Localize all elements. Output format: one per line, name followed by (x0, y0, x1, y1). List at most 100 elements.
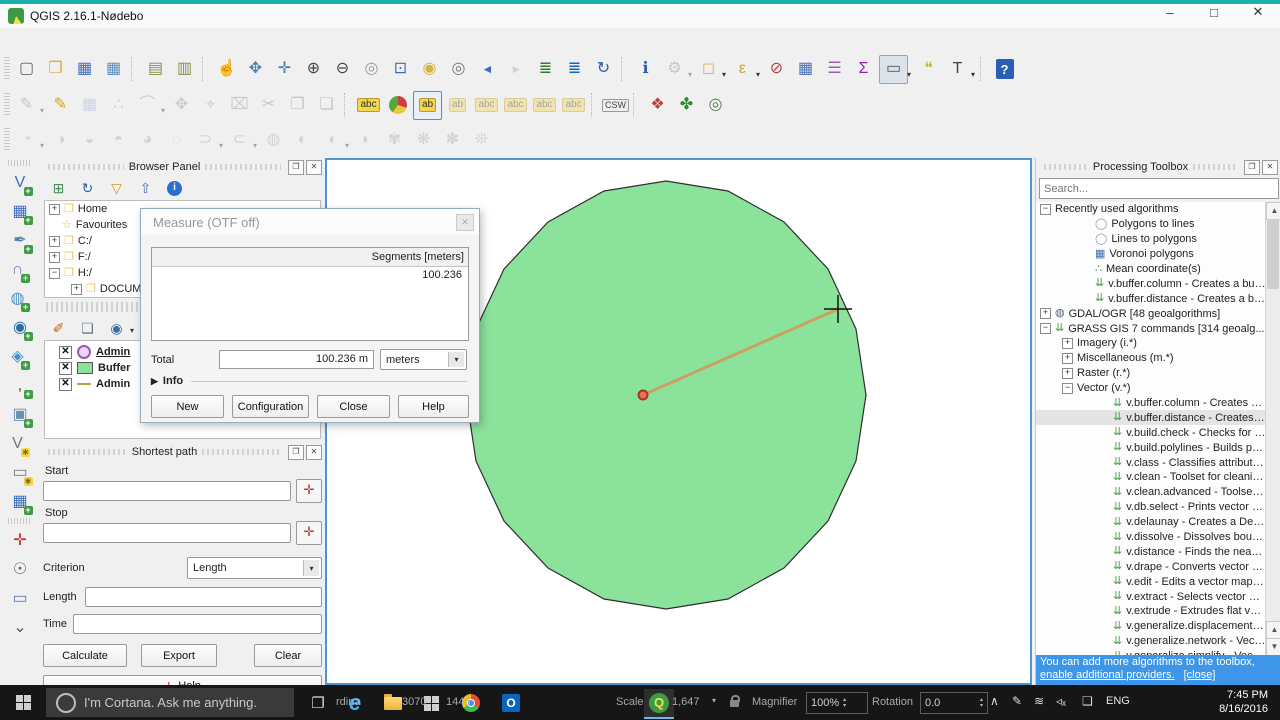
algo-vbuild-polylines[interactable]: ⇊ v.build.polylines - Builds polyli... (1036, 440, 1266, 455)
tree-expand-icon[interactable]: + (1062, 368, 1073, 379)
panel-grip[interactable] (205, 164, 281, 170)
menu-item[interactable] (114, 37, 132, 41)
algo-vclass[interactable]: ⇊ v.class - Classifies attribute d... (1036, 455, 1266, 470)
new-bookmark-button[interactable]: ≣ (532, 56, 559, 83)
tree-expand-icon[interactable] (1100, 622, 1109, 631)
close-panel-icon[interactable]: ✕ (1262, 160, 1278, 175)
measure-new-button[interactable]: New (151, 395, 224, 418)
algo-vbuffer-column[interactable]: ⇊ v.buffer.column - Creates a b... (1036, 396, 1266, 411)
zoom-in-button[interactable]: ⊕ (300, 56, 327, 83)
menu-item[interactable] (204, 37, 222, 41)
zoom-last-button[interactable]: ◄ (474, 56, 501, 83)
menu-item[interactable] (96, 37, 114, 41)
qgis-taskbar-button[interactable]: Q (644, 689, 674, 719)
tree-expand-icon[interactable] (1100, 443, 1109, 452)
tree-expand-icon[interactable]: + (1062, 338, 1073, 349)
add-spatialite-layer-button[interactable]: ✒ (7, 227, 34, 254)
offline-editing-button[interactable]: ▭ (7, 585, 34, 612)
toggle-editing-button[interactable]: ✎ (47, 92, 74, 119)
browser-properties-button[interactable]: i (161, 177, 188, 199)
panel-grip[interactable] (1044, 164, 1088, 170)
algo-group-misc[interactable]: + Miscellaneous (m.*) (1036, 351, 1266, 366)
algo-vdb-select[interactable]: ⇊ v.db.select - Prints vector m... (1036, 500, 1266, 515)
add-delimited-text-layer-button[interactable]: , (7, 372, 34, 399)
scale-dropdown-icon[interactable]: ▾ (712, 696, 716, 705)
cortana-search-box[interactable]: I'm Cortana. Ask me anything. (46, 688, 294, 717)
new-temporary-scratch-layer-button[interactable]: ▭ (7, 459, 34, 486)
units-select[interactable]: meters ▾ (380, 349, 467, 370)
identify-features-button[interactable]: ℹ (632, 56, 659, 83)
algo-vclean-advanced[interactable]: ⇊ v.clean.advanced - Toolset f... (1036, 485, 1266, 500)
zoom-to-selection-button[interactable]: ◉ (416, 56, 443, 83)
measure-button[interactable]: ▭ (879, 55, 908, 84)
menu-item[interactable] (132, 37, 150, 41)
magnifier-field[interactable]: 100% ▴▾ (806, 692, 868, 714)
style-manager-button[interactable]: ✐ (45, 317, 72, 339)
add-wms-layer-button[interactable]: ◉ (7, 314, 34, 341)
minimize-button[interactable]: – (1148, 0, 1192, 24)
add-wfs-layer-button[interactable]: ◈ (4, 343, 31, 370)
menu-item[interactable] (42, 37, 60, 41)
tree-expand-icon[interactable]: − (49, 268, 60, 279)
tree-expand-icon[interactable]: − (1040, 323, 1051, 334)
layer-checkbox[interactable]: ✕ (59, 362, 72, 375)
tree-expand-icon[interactable]: + (49, 252, 60, 263)
criterion-select[interactable]: Length ▾ (187, 557, 322, 579)
tree-expand-icon[interactable] (1100, 413, 1109, 422)
algo-group-recent[interactable]: − Recently used algorithms (1036, 202, 1266, 217)
close-banner-link[interactable]: [close] (1184, 669, 1216, 681)
manage-visibility-button[interactable]: ◉ (103, 317, 130, 339)
db-manager-button[interactable]: ❖ (644, 92, 671, 119)
tree-expand-icon[interactable] (1100, 428, 1109, 437)
capture-stop-point-button[interactable]: ✛ (296, 521, 322, 545)
menu-item[interactable] (24, 37, 42, 41)
zoom-full-button[interactable]: ⊡ (387, 56, 414, 83)
tree-expand-icon[interactable]: + (1040, 308, 1051, 319)
new-shapefile-layer-button[interactable]: V (4, 430, 31, 457)
algo-vbuffer-distance[interactable]: ⇊ v.buffer.distance - Creates a... (1036, 410, 1266, 425)
toolbox-scrollbar[interactable]: ▲ ▲ ▼ (1265, 202, 1280, 655)
wifi-icon[interactable]: ≋ (1034, 694, 1044, 708)
time-input[interactable] (73, 614, 322, 634)
tray-pen-icon[interactable]: ✎ (1012, 694, 1022, 708)
measure-close-icon[interactable]: ✕ (456, 214, 474, 231)
tree-expand-icon[interactable]: + (71, 284, 82, 295)
calculate-button[interactable]: Calculate (43, 644, 127, 667)
volume-muted-icon[interactable]: ◃ₓ (1056, 694, 1066, 708)
algo-lines-to-polygons[interactable]: ◯ Lines to polygons (1036, 232, 1266, 247)
spinner-icons[interactable]: ▴▾ (980, 697, 983, 709)
close-panel-icon[interactable]: ✕ (306, 160, 322, 175)
algo-vextrude[interactable]: ⇊ v.extrude - Extrudes flat vec... (1036, 604, 1266, 619)
tree-expand-icon[interactable] (1100, 547, 1109, 556)
scale-lock-icon[interactable] (730, 700, 739, 707)
collapse-arrow-icon[interactable]: ▶ (151, 376, 158, 387)
scroll-down-icon[interactable]: ▼ (1266, 638, 1280, 656)
osm-place-search-button[interactable]: ☉ (7, 556, 34, 583)
tree-expand-icon[interactable] (1100, 592, 1109, 601)
tree-expand-icon[interactable] (49, 221, 58, 230)
add-virtual-layer-button[interactable]: ▣ (7, 401, 34, 428)
tree-expand-icon[interactable] (1082, 265, 1091, 274)
outlook-taskbar-button[interactable]: O (496, 689, 526, 717)
clear-button[interactable]: Clear (254, 644, 322, 667)
toolbox-search-input[interactable] (1039, 178, 1279, 199)
menu-item[interactable] (6, 37, 24, 41)
algo-group-imagery[interactable]: + Imagery (i.*) (1036, 336, 1266, 351)
open-project-button[interactable]: ❒ (42, 56, 69, 83)
new-project-button[interactable]: ▢ (13, 56, 40, 83)
measure-configuration-button[interactable]: Configuration (232, 395, 309, 418)
measure-close-button[interactable]: Close (317, 395, 390, 418)
add-group-button[interactable]: ❏ (74, 317, 101, 339)
refresh-map-button[interactable]: ↻ (590, 56, 617, 83)
algo-vgeneralize-network[interactable]: ⇊ v.generalize.network - Vecto... (1036, 634, 1266, 649)
tree-expand-icon[interactable] (1100, 562, 1109, 571)
select-features-button[interactable]: ◻ (695, 56, 722, 83)
language-indicator[interactable]: ENG (1106, 695, 1130, 707)
attribute-table-button[interactable]: ▦ (792, 56, 819, 83)
text-annotation-button[interactable]: T (944, 56, 971, 83)
add-postgis-layer-button[interactable]: ∩ (4, 256, 31, 283)
scroll-up-icon[interactable]: ▲ (1266, 202, 1280, 220)
tree-expand-icon[interactable]: − (1062, 383, 1073, 394)
length-input[interactable] (85, 587, 322, 607)
help-contents-button[interactable]: ? (991, 56, 1018, 83)
